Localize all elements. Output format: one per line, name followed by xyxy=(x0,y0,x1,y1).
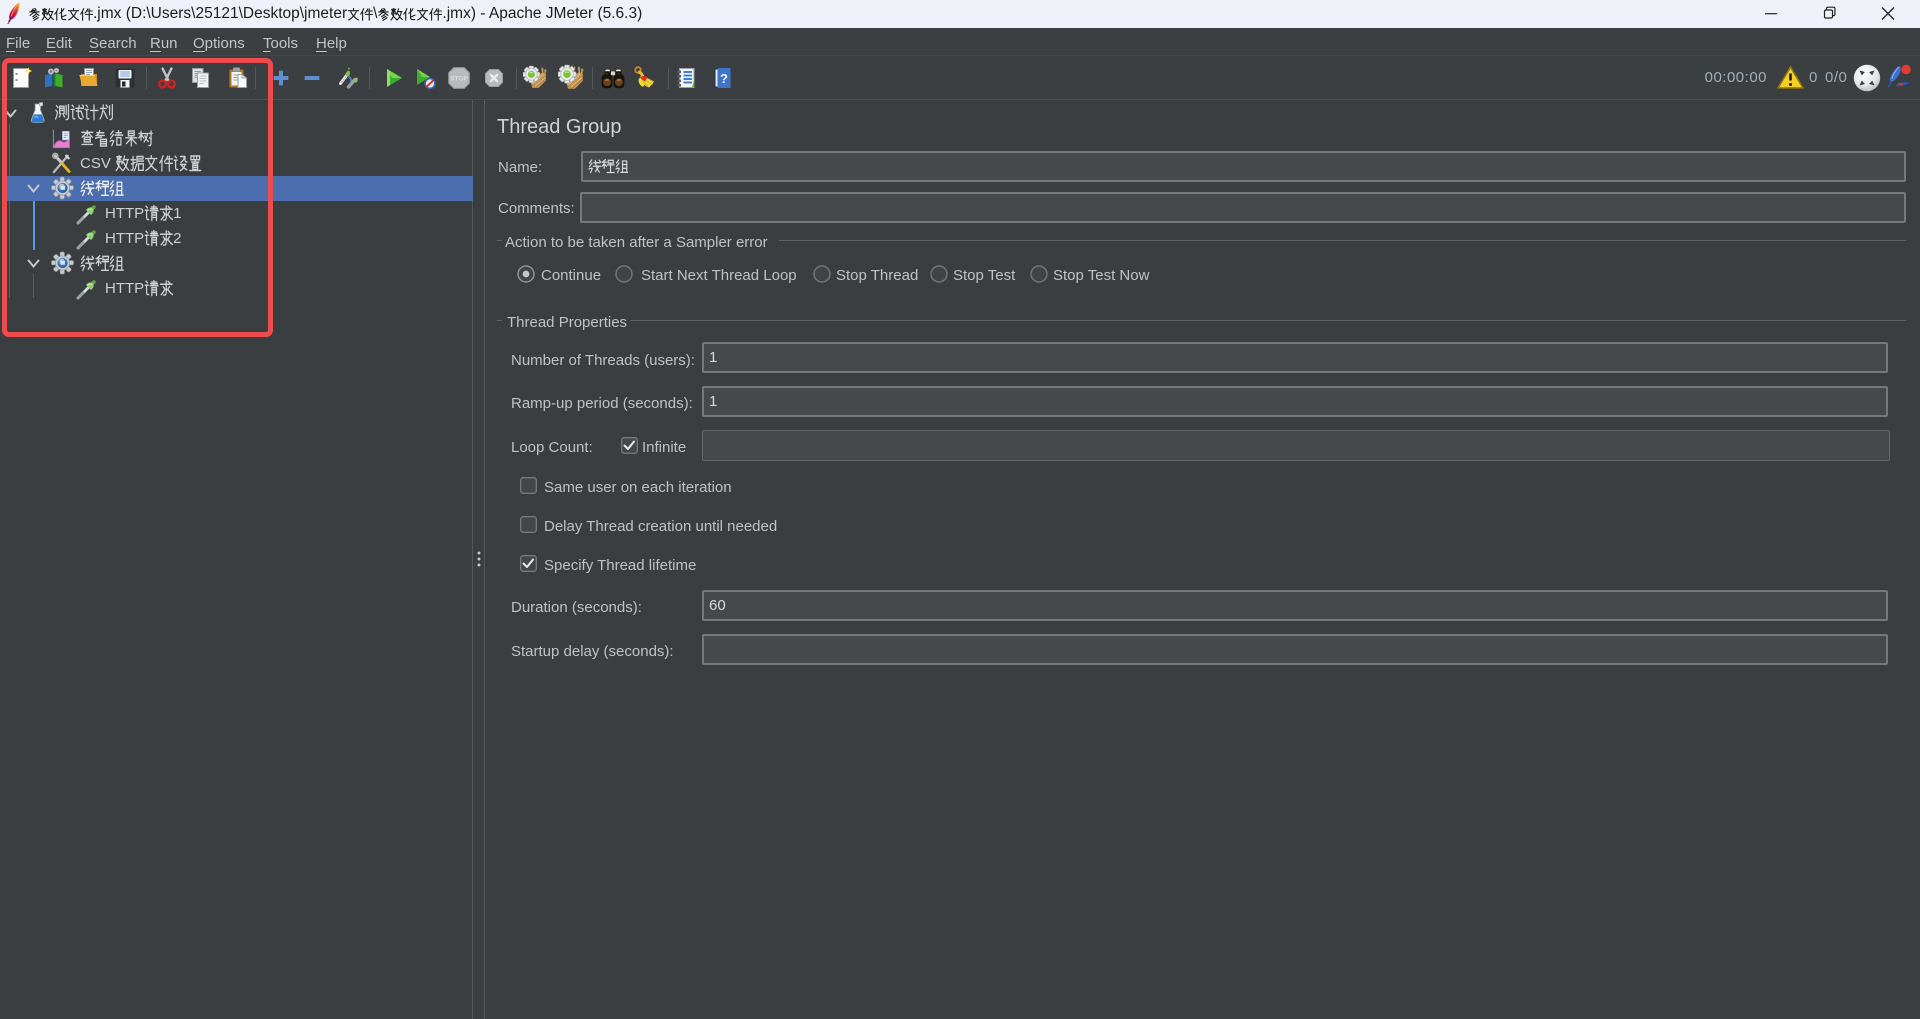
svg-text:STOP: STOP xyxy=(450,76,468,83)
svg-text:?: ? xyxy=(720,71,728,86)
